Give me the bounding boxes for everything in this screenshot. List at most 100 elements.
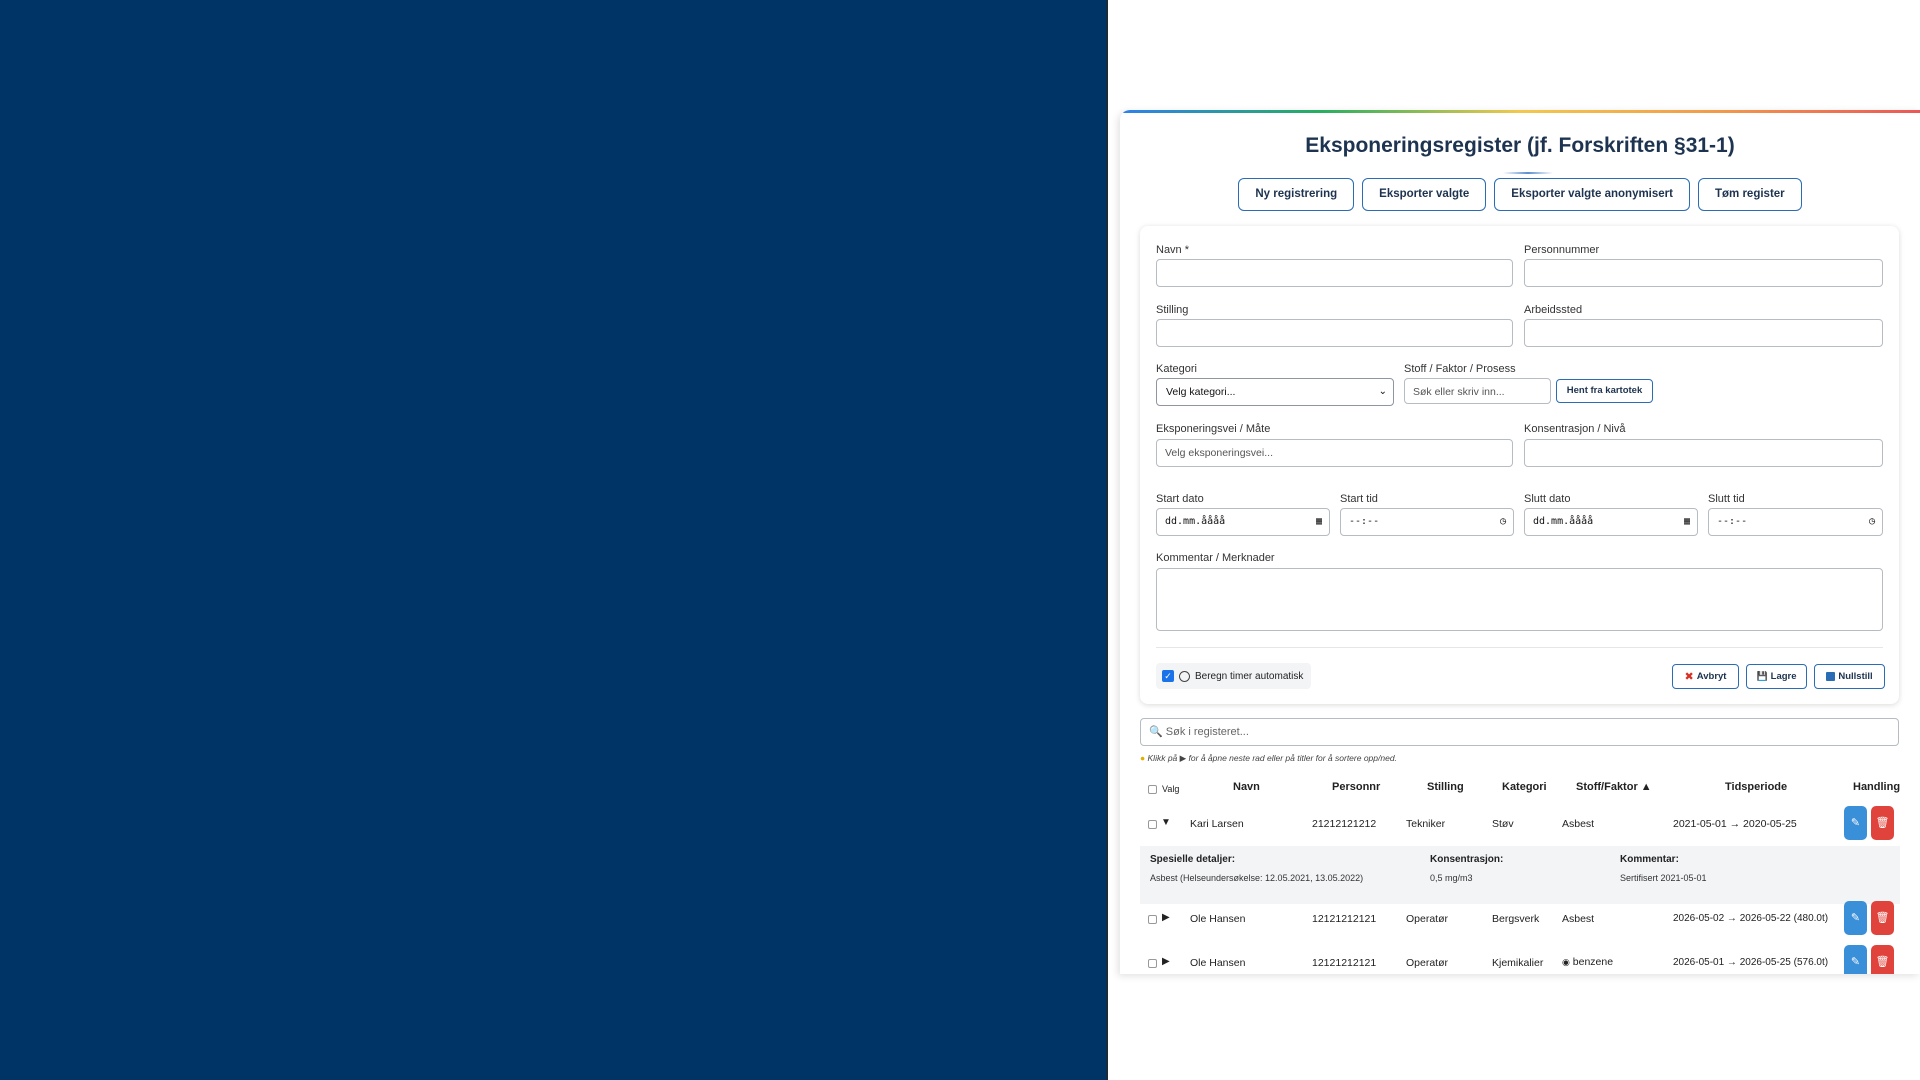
end-date-input[interactable]: dd.mm.åååå ▦	[1524, 508, 1698, 536]
save-button[interactable]: 💾 Lagre	[1746, 664, 1807, 689]
fetch-from-catalog-button[interactable]: Hent fra kartotek	[1556, 379, 1653, 403]
col-position[interactable]: Stilling	[1427, 781, 1464, 793]
comment-label: Kommentar / Merknader	[1156, 552, 1275, 564]
detail-concentration-value: 0,5 mg/m3	[1430, 873, 1473, 883]
col-actions: Handling	[1853, 781, 1901, 793]
start-date-input[interactable]: dd.mm.åååå ▦	[1156, 508, 1330, 536]
clock-icon	[1179, 670, 1190, 682]
table-hint: ● Klikk på ▶ for å åpne neste rad eller …	[1140, 753, 1397, 764]
category-label: Kategori	[1156, 363, 1197, 375]
substance-text: benzene	[1572, 956, 1614, 968]
cell-category: Kjemikalier	[1492, 957, 1544, 969]
cell-ssn: 12121212121	[1312, 957, 1377, 969]
workplace-label: Arbeidssted	[1524, 304, 1583, 316]
registration-form: Navn * Personnummer Stilling Arbeidssted…	[1140, 226, 1899, 704]
end-date-label: Slutt dato	[1524, 493, 1571, 505]
cell-substance: Asbest	[1562, 818, 1595, 830]
workplace-input[interactable]	[1524, 319, 1883, 347]
end-date-value: dd.mm.åååå	[1533, 516, 1594, 527]
col-category[interactable]: Kategori	[1502, 781, 1547, 793]
new-registration-button[interactable]: Ny registrering	[1238, 178, 1355, 211]
route-label: Eksponeringsvei / Måte	[1156, 423, 1271, 435]
auto-calc-checkbox[interactable]: ✓	[1162, 670, 1174, 682]
clear-register-button[interactable]: Tøm register	[1697, 178, 1802, 211]
delete-button[interactable]: 🗑	[1871, 901, 1894, 935]
export-anonymized-button[interactable]: Eksporter valgte anonymisert	[1494, 178, 1690, 211]
cell-substance: Asbest	[1562, 913, 1595, 925]
row-toggle[interactable]: ▶	[1162, 956, 1170, 967]
ssn-input[interactable]	[1524, 259, 1883, 287]
col-substance[interactable]: Stoff/Faktor ▲	[1576, 781, 1652, 793]
substance-placeholder: Søk eller skriv inn...	[1413, 386, 1505, 398]
category-select[interactable]: Velg kategori... ⌄	[1156, 378, 1394, 406]
name-label: Navn *	[1156, 244, 1190, 256]
trash-icon: 🗑	[1875, 956, 1890, 968]
cell-period: 2026-05-01 → 2026-05-25 (576.0t)	[1673, 957, 1829, 968]
calendar-icon[interactable]: ▦	[1316, 509, 1322, 535]
pencil-icon: ✎	[1850, 817, 1861, 829]
row-toggle[interactable]: ▼	[1161, 817, 1171, 828]
col-ssn[interactable]: Personnr	[1332, 781, 1380, 793]
row-checkbox[interactable]	[1148, 820, 1157, 829]
clock-icon[interactable]: ◷	[1500, 509, 1506, 535]
edit-button[interactable]: ✎	[1844, 901, 1867, 935]
end-time-label: Slutt tid	[1708, 493, 1745, 505]
calendar-icon[interactable]: ▦	[1684, 509, 1690, 535]
auto-calc-toggle[interactable]: ✓ Beregn timer automatisk	[1156, 663, 1312, 689]
clock-icon[interactable]: ◷	[1869, 509, 1875, 535]
row-toggle[interactable]: ▶	[1162, 912, 1170, 923]
category-select-value: Velg kategori...	[1166, 386, 1236, 398]
top-gradient-bar	[1120, 110, 1920, 113]
cancel-label: Avbryt	[1696, 671, 1727, 682]
route-placeholder: Velg eksponeringsvei...	[1165, 447, 1273, 459]
select-all-checkbox[interactable]	[1148, 785, 1157, 794]
detail-comment-label: Kommentar:	[1620, 854, 1679, 865]
concentration-label: Konsentrasjon / Nivå	[1524, 423, 1626, 435]
row-checkbox[interactable]	[1148, 959, 1157, 968]
cancel-button[interactable]: ✖ Avbryt	[1672, 664, 1739, 689]
trash-icon: 🗑	[1875, 912, 1890, 924]
edit-button[interactable]: ✎	[1844, 945, 1867, 974]
delete-button[interactable]: 🗑	[1871, 945, 1894, 974]
cell-name: Kari Larsen	[1190, 818, 1244, 830]
cell-category: Bergsverk	[1492, 913, 1540, 925]
delete-button[interactable]: 🗑	[1871, 806, 1894, 840]
lightbulb-icon: ●	[1140, 753, 1146, 763]
col-select: Valg	[1162, 784, 1180, 794]
row-checkbox[interactable]	[1148, 915, 1157, 924]
cell-position: Tekniker	[1406, 818, 1446, 830]
ssn-label: Personnummer	[1524, 244, 1600, 256]
close-icon: ✖	[1684, 671, 1694, 683]
export-selected-button[interactable]: Eksporter valgte	[1362, 178, 1487, 211]
col-name[interactable]: Navn	[1233, 781, 1260, 793]
register-search-input[interactable]: 🔍 Søk i registeret...	[1140, 718, 1899, 746]
cell-ssn: 21212121212	[1312, 818, 1377, 830]
cell-name: Ole Hansen	[1190, 957, 1246, 969]
title-underline	[1503, 172, 1553, 174]
cell-ssn: 12121212121	[1312, 913, 1377, 925]
reset-button[interactable]: Nullstill	[1814, 664, 1885, 689]
start-date-label: Start dato	[1156, 493, 1204, 505]
edit-button[interactable]: ✎	[1844, 806, 1867, 840]
col-period[interactable]: Tidsperiode	[1725, 781, 1787, 793]
route-input[interactable]: Velg eksponeringsvei...	[1156, 439, 1513, 467]
search-placeholder: Søk i registeret...	[1165, 726, 1249, 738]
save-icon: 💾	[1756, 671, 1768, 681]
position-input[interactable]	[1156, 319, 1513, 347]
end-time-input[interactable]: --:-- ◷	[1708, 508, 1883, 536]
detail-comment-value: Sertifisert 2021-05-01	[1620, 873, 1707, 883]
cell-period: 2021-05-01 → 2020-05-25	[1673, 818, 1797, 830]
auto-calc-label: Beregn timer automatisk	[1195, 670, 1304, 682]
cell-position: Operatør	[1406, 957, 1449, 969]
concentration-input[interactable]	[1524, 439, 1883, 467]
cell-name: Ole Hansen	[1190, 913, 1246, 925]
detail-special-value: Asbest (Helseundersøkelse: 12.05.2021, 1…	[1150, 873, 1364, 883]
substance-input[interactable]: Søk eller skriv inn...	[1404, 378, 1551, 404]
end-time-value: --:--	[1717, 516, 1748, 527]
comment-textarea[interactable]	[1156, 568, 1883, 631]
start-time-input[interactable]: --:-- ◷	[1340, 508, 1514, 536]
cell-period: 2026-05-02 → 2026-05-22 (480.0t)	[1673, 913, 1829, 924]
cell-position: Operatør	[1406, 913, 1449, 925]
start-date-value: dd.mm.åååå	[1165, 516, 1226, 527]
name-input[interactable]	[1156, 259, 1513, 287]
